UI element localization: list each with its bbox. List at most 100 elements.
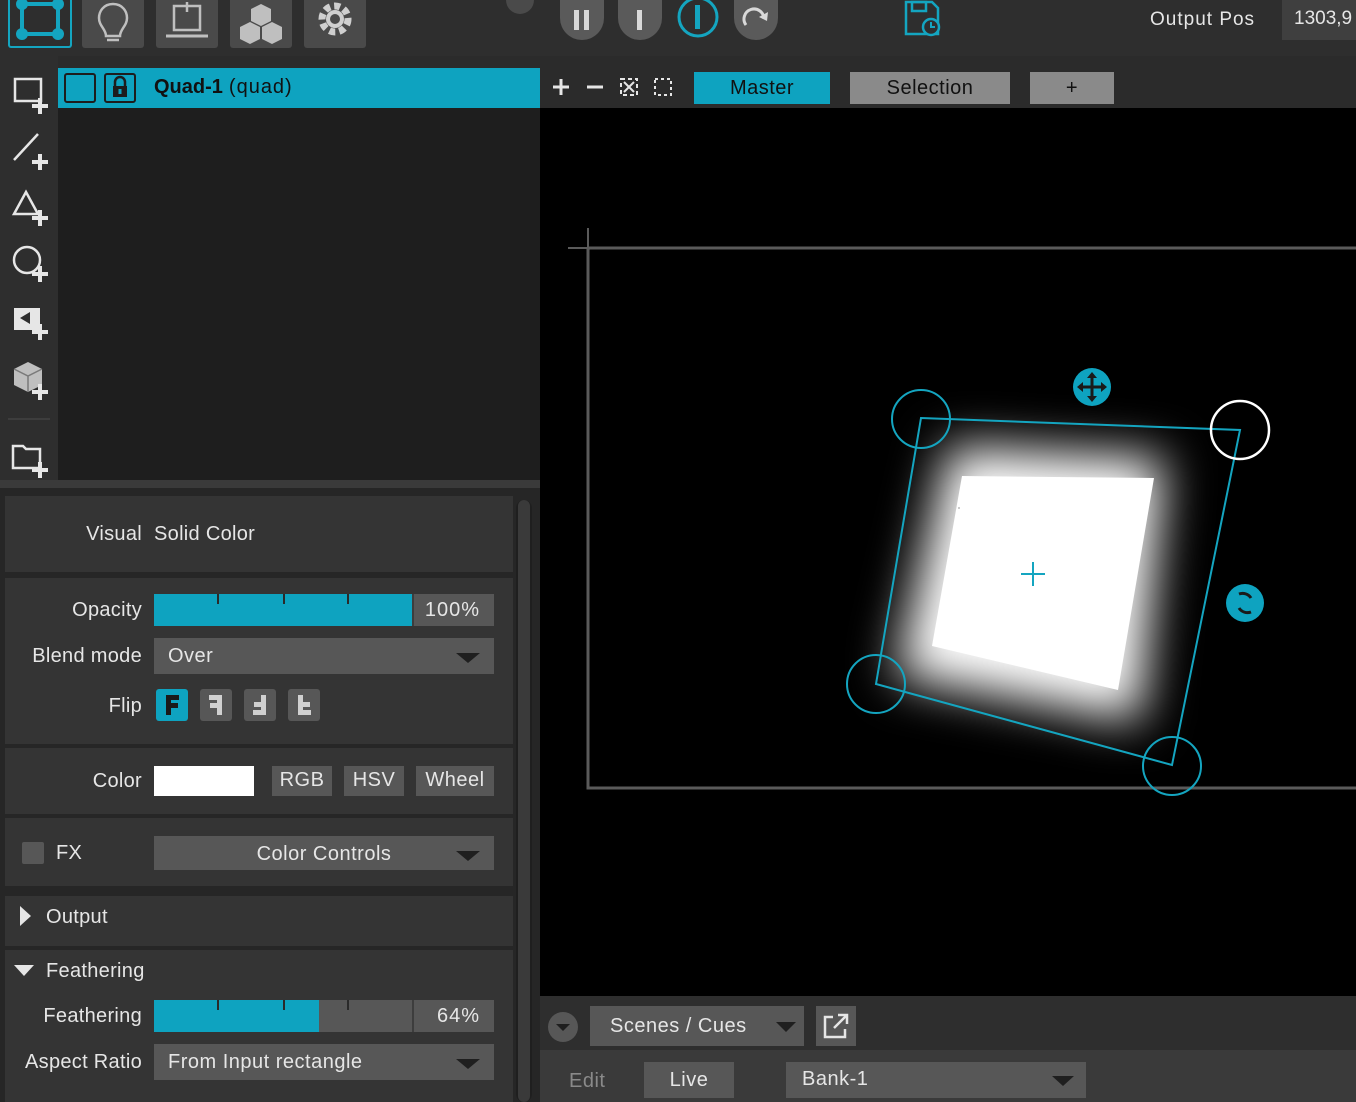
add-from-folder-icon[interactable]	[10, 438, 52, 480]
tools-divider	[8, 418, 50, 420]
move-handle-icon[interactable]	[1073, 368, 1111, 406]
flip-both-button[interactable]	[288, 689, 320, 721]
slider-tick	[283, 1000, 285, 1010]
color-swatch[interactable]	[154, 766, 254, 796]
output-stand-icon[interactable]	[156, 0, 218, 48]
slider-tick	[217, 1000, 219, 1010]
inspector-scroll-thumb[interactable]	[518, 500, 530, 1102]
feathering-label: Feathering	[43, 1005, 142, 1027]
chevron-down-icon	[776, 1022, 796, 1032]
blend-mode-label: Blend mode	[32, 645, 142, 667]
slider-tick	[283, 594, 285, 604]
layer-name: Quad-1 (quad)	[154, 76, 293, 99]
aspect-ratio-value: From Input rectangle	[168, 1051, 363, 1073]
popout-icon[interactable]	[816, 1006, 856, 1046]
rotate-handle-icon[interactable]	[1226, 584, 1264, 622]
hsv-button[interactable]: HSV	[344, 766, 404, 796]
panel-splitter[interactable]	[0, 480, 540, 488]
canvas-drawing	[568, 228, 1356, 796]
slider-separator	[412, 594, 414, 626]
rgb-button[interactable]: RGB	[272, 766, 332, 796]
collapse-toggle-icon[interactable]	[506, 0, 534, 14]
feathering-section-header[interactable]: Feathering	[46, 960, 145, 983]
output-pos-label: Output Pos	[1150, 9, 1256, 30]
flip-label: Flip	[108, 695, 142, 717]
fit-view-icon[interactable]	[618, 76, 640, 98]
zoom-in-icon[interactable]	[550, 76, 572, 98]
color-label: Color	[92, 770, 142, 792]
save-timer-icon[interactable]	[902, 0, 944, 40]
visual-value: Solid Color	[154, 523, 256, 545]
pause-icon[interactable]	[560, 0, 604, 40]
scenes-cues-value: Scenes / Cues	[610, 1015, 747, 1037]
stop-icon[interactable]	[618, 0, 662, 40]
bank-select[interactable]: Bank-1	[786, 1062, 1086, 1098]
chevron-down-icon[interactable]	[14, 965, 34, 976]
opacity-value[interactable]: 100%	[425, 599, 480, 622]
layer-row[interactable]	[58, 68, 540, 108]
opacity-slider[interactable]: 100%	[154, 594, 494, 626]
lightbulb-icon[interactable]	[82, 0, 144, 48]
chevron-down-icon	[456, 851, 480, 861]
aspect-ratio-select[interactable]: From Input rectangle	[154, 1044, 494, 1080]
add-line-icon[interactable]	[10, 130, 52, 172]
add-rectangle-icon[interactable]	[10, 74, 52, 116]
lock-icon[interactable]	[104, 73, 136, 103]
blend-mode-value: Over	[168, 645, 214, 667]
bank-value: Bank-1	[802, 1068, 869, 1090]
tab-selection[interactable]: Selection	[850, 72, 1010, 104]
edit-tab[interactable]: Edit	[569, 1070, 605, 1093]
live-tab[interactable]: Live	[644, 1062, 734, 1098]
scenes-cues-select[interactable]: Scenes / Cues	[590, 1006, 804, 1046]
layer-name-text: Quad-1	[154, 76, 223, 98]
flip-none-button[interactable]	[156, 689, 188, 721]
top-toolbar: Output Pos 1303,9	[0, 0, 1356, 56]
quad-shape[interactable]	[896, 446, 1164, 722]
mapping-mode-icon[interactable]	[8, 0, 72, 48]
layer-list	[58, 68, 540, 480]
blend-mode-select[interactable]: Over	[154, 638, 494, 674]
gear-icon[interactable]	[304, 0, 366, 48]
shape-tools-column	[0, 56, 58, 486]
chevron-down-icon	[456, 653, 480, 663]
output-section-header[interactable]: Output	[46, 906, 108, 929]
redo-icon[interactable]	[734, 0, 778, 40]
slider-separator	[412, 1000, 414, 1032]
mapping-canvas[interactable]	[540, 108, 1356, 996]
slider-tick	[347, 1000, 349, 1010]
canvas-pixel	[958, 507, 960, 509]
aspect-ratio-label: Aspect Ratio	[25, 1051, 142, 1073]
cubes-icon[interactable]	[230, 0, 292, 48]
add-3d-object-icon[interactable]	[10, 358, 52, 400]
layer-visibility-toggle[interactable]	[64, 73, 96, 103]
fx-checkbox[interactable]	[22, 842, 44, 864]
tab-add-button[interactable]: +	[1030, 72, 1114, 104]
flip-vertical-button[interactable]	[244, 689, 276, 721]
opacity-label: Opacity	[72, 599, 142, 621]
play-icon[interactable]	[676, 0, 720, 40]
layer-kind: (quad)	[228, 76, 293, 98]
slider-tick	[217, 594, 219, 604]
zoom-out-icon[interactable]	[584, 76, 606, 98]
chevron-right-icon[interactable]	[20, 906, 31, 926]
fx-value: Color Controls	[256, 843, 392, 865]
visual-label: Visual	[86, 523, 142, 545]
slider-tick	[347, 594, 349, 604]
output-pos-value[interactable]: 1303,9	[1282, 0, 1356, 40]
wheel-button[interactable]: Wheel	[416, 766, 494, 796]
feathering-fill	[154, 1000, 319, 1032]
select-area-icon[interactable]	[652, 76, 674, 98]
collapse-scenes-button[interactable]	[548, 1012, 578, 1042]
flip-horizontal-button[interactable]	[200, 689, 232, 721]
chevron-down-icon	[556, 1024, 570, 1031]
tab-master[interactable]: Master	[694, 72, 830, 104]
feathering-value[interactable]: 64%	[437, 1005, 480, 1028]
chevron-down-icon	[456, 1059, 480, 1069]
chevron-down-icon	[1052, 1076, 1074, 1086]
feathering-slider[interactable]: 64%	[154, 1000, 494, 1032]
add-circle-icon[interactable]	[10, 242, 52, 284]
add-triangle-icon[interactable]	[10, 186, 52, 228]
add-mask-icon[interactable]	[10, 300, 52, 342]
fx-label: FX	[56, 842, 83, 864]
fx-select[interactable]: Color Controls	[154, 836, 494, 870]
